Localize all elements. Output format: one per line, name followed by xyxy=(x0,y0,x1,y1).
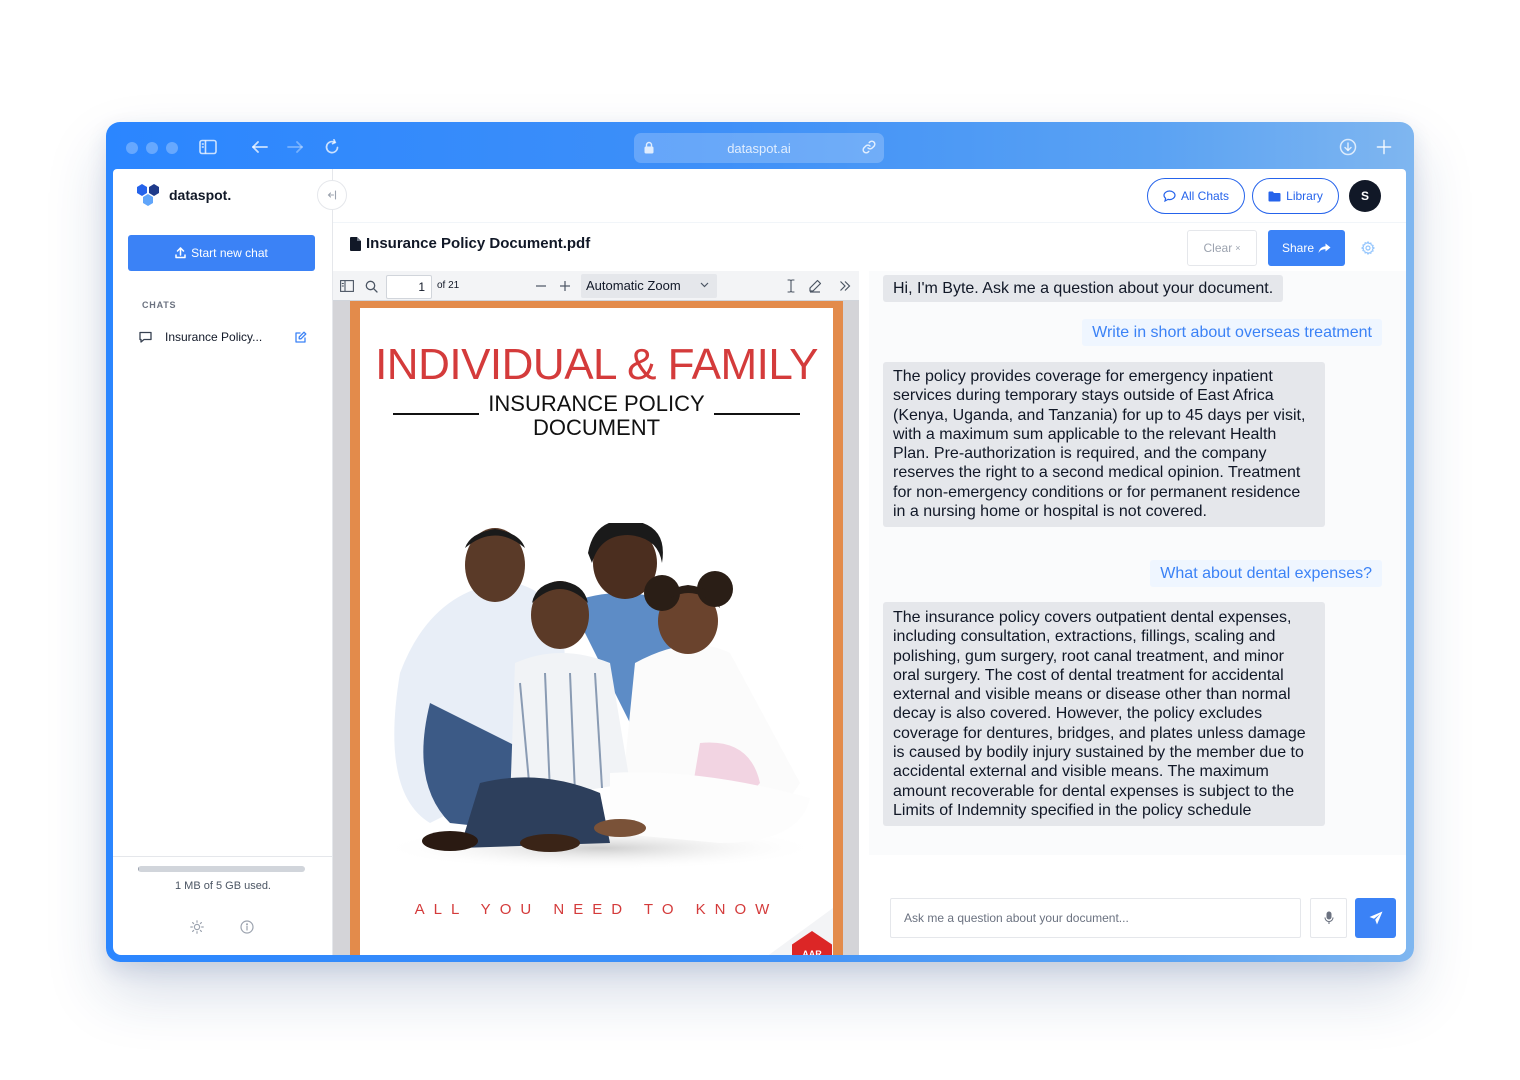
pdf-viewer: 1 of 21 Automatic Zoom INDIVIDUAL & FAMI… xyxy=(333,271,859,955)
pdf-search-icon[interactable] xyxy=(363,278,379,294)
document-title: Insurance Policy Document.pdf xyxy=(350,235,590,252)
collapse-arrow-icon xyxy=(327,190,337,200)
chat-message-user: Write in short about overseas treatment xyxy=(1082,319,1382,347)
chat-question-input[interactable]: Ask me a question about your document... xyxy=(890,898,1301,938)
pdf-page-content: INDIVIDUAL & FAMILY INSURANCE POLICY DOC… xyxy=(360,308,833,955)
start-new-chat-button[interactable]: Start new chat xyxy=(128,235,315,271)
file-icon xyxy=(350,236,361,251)
close-window-dot[interactable] xyxy=(126,142,138,154)
clear-label: Clear xyxy=(1203,241,1233,255)
microphone-icon xyxy=(1323,911,1334,924)
lock-icon xyxy=(644,141,654,157)
zoom-out-icon[interactable] xyxy=(533,278,549,294)
sidebar-chat-item[interactable]: Insurance Policy... xyxy=(139,327,307,347)
user-avatar[interactable]: S xyxy=(1349,180,1381,212)
cover-subtitle: INSURANCE POLICY DOCUMENT xyxy=(360,392,833,440)
share-arrow-icon xyxy=(1318,243,1331,253)
clear-x-icon: × xyxy=(1235,243,1241,253)
sidebar-toggle-icon[interactable] xyxy=(197,136,219,158)
chats-heading: CHATS xyxy=(142,300,177,310)
download-icon[interactable] xyxy=(1337,136,1359,158)
all-chats-label: All Chats xyxy=(1180,189,1230,203)
sidebar: dataspot. Start new chat CHATS Insurance… xyxy=(113,169,333,955)
library-button[interactable]: Library xyxy=(1252,178,1339,214)
all-chats-button[interactable]: All Chats xyxy=(1147,178,1245,214)
page-number-input[interactable]: 1 xyxy=(386,275,432,299)
chat-message-bot: Hi, I'm Byte. Ask me a question about yo… xyxy=(883,275,1284,303)
cover-title: INDIVIDUAL & FAMILY xyxy=(375,340,818,389)
settings-gear-icon[interactable] xyxy=(1360,240,1376,256)
microphone-button[interactable] xyxy=(1310,898,1347,938)
zoom-in-icon[interactable] xyxy=(557,278,573,294)
page-count-label: of 21 xyxy=(437,280,460,291)
minimize-window-dot[interactable] xyxy=(146,142,158,154)
cover-subtitle-line-1: INSURANCE POLICY xyxy=(488,391,705,416)
storage-divider xyxy=(113,856,333,857)
draw-pen-icon[interactable] xyxy=(807,278,823,294)
info-icon[interactable] xyxy=(240,920,254,934)
theme-sun-icon[interactable] xyxy=(190,920,204,934)
storage-usage-bar xyxy=(138,866,305,872)
send-button[interactable] xyxy=(1355,898,1396,938)
maximize-window-dot[interactable] xyxy=(166,142,178,154)
browser-window: dataspot.ai dataspot. Start new chat CHA… xyxy=(106,122,1414,962)
upload-icon xyxy=(175,247,186,259)
chevron-down-icon xyxy=(700,274,709,298)
library-label: Library xyxy=(1286,189,1323,203)
send-paper-plane-icon xyxy=(1369,911,1382,925)
share-label: Share xyxy=(1281,241,1315,255)
link-icon[interactable] xyxy=(862,140,876,157)
document-filename: Insurance Policy Document.pdf xyxy=(366,235,591,252)
app-name: dataspot. xyxy=(169,187,232,203)
new-tab-plus-icon[interactable] xyxy=(1373,136,1395,158)
start-new-chat-label: Start new chat xyxy=(191,246,268,260)
text-cursor-icon[interactable] xyxy=(783,278,799,294)
pdf-sidebar-toggle-icon[interactable] xyxy=(339,278,355,294)
folder-icon xyxy=(1268,191,1281,201)
header-divider xyxy=(333,222,1406,223)
storage-usage-fill xyxy=(138,866,139,872)
share-button[interactable]: Share xyxy=(1268,230,1345,266)
chat-message-bot: The insurance policy covers outpatient d… xyxy=(883,602,1325,827)
zoom-select[interactable]: Automatic Zoom xyxy=(581,274,717,298)
edit-icon[interactable] xyxy=(294,331,307,344)
chat-message-bot: The policy provides coverage for emergen… xyxy=(883,362,1325,528)
cover-subtitle-line-2: DOCUMENT xyxy=(532,415,661,440)
browser-titlebar: dataspot.ai xyxy=(106,122,1414,170)
sidebar-chat-label: Insurance Policy... xyxy=(165,330,263,344)
pdf-page: INDIVIDUAL & FAMILY INSURANCE POLICY DOC… xyxy=(350,301,843,955)
reload-icon[interactable] xyxy=(321,136,343,158)
pdf-toolbar: 1 of 21 Automatic Zoom xyxy=(333,271,859,301)
chat-bubble-icon xyxy=(1163,190,1176,202)
zoom-value: Automatic Zoom xyxy=(586,278,681,293)
clear-button[interactable]: Clear × xyxy=(1187,230,1257,266)
chat-message-user: What about dental expenses? xyxy=(1150,560,1382,588)
app-content: dataspot. Start new chat CHATS Insurance… xyxy=(113,169,1406,955)
forward-arrow-icon[interactable] xyxy=(284,136,306,158)
tools-menu-icon[interactable] xyxy=(837,278,853,294)
family-photo xyxy=(380,523,820,868)
url-text: dataspot.ai xyxy=(727,140,791,156)
dataspot-logo-icon xyxy=(137,184,159,206)
app-logo[interactable]: dataspot. xyxy=(135,183,231,207)
collapse-sidebar-button[interactable] xyxy=(317,180,347,210)
back-arrow-icon[interactable] xyxy=(249,136,271,158)
chat-bubble-icon xyxy=(139,331,152,343)
storage-usage-text: 1 MB of 5 GB used. xyxy=(175,880,271,892)
address-bar[interactable]: dataspot.ai xyxy=(634,133,884,163)
